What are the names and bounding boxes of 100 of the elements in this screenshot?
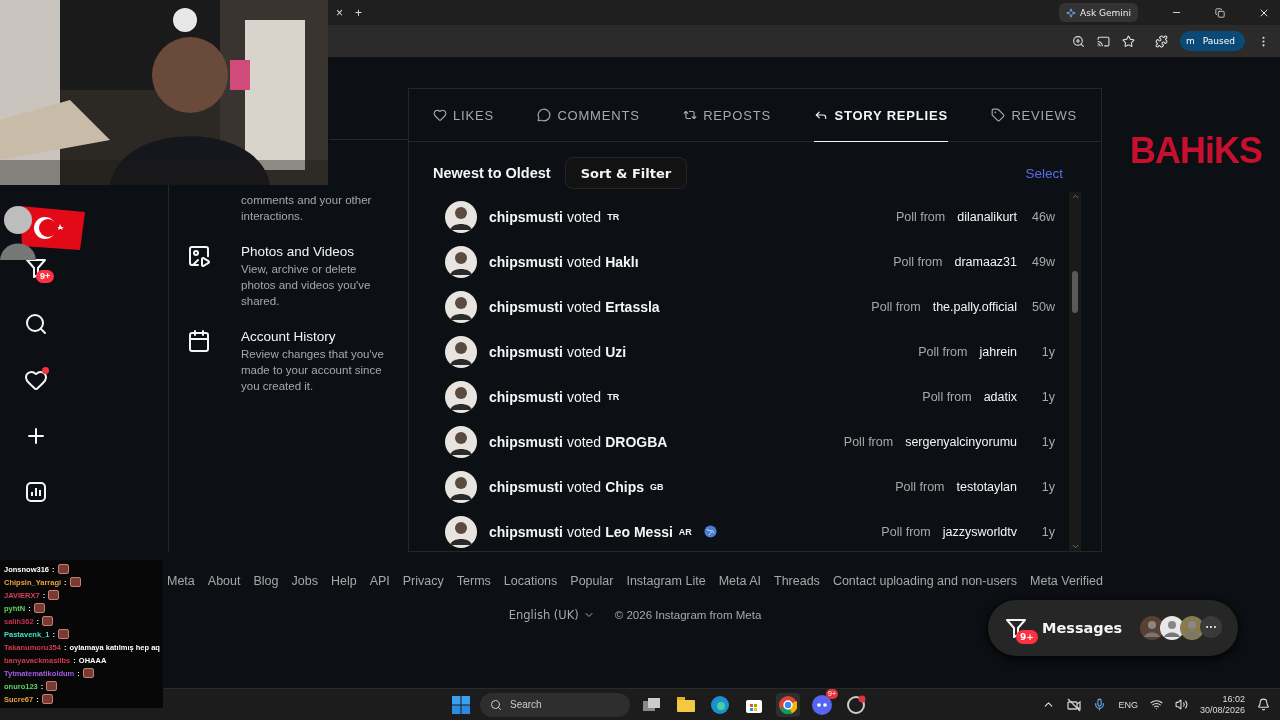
notification-badge: 9+ <box>36 270 55 283</box>
poll-author[interactable]: dilanalikurt <box>957 209 1017 224</box>
ask-gemini-button[interactable]: Ask Gemini <box>1059 3 1138 22</box>
logo: BAHiKS <box>1130 130 1262 172</box>
timestamp: 1y <box>1040 344 1055 359</box>
chart-icon[interactable] <box>24 480 48 504</box>
heart-icon[interactable] <box>24 368 48 392</box>
avatar <box>445 380 477 413</box>
poll-label: Poll from <box>881 524 931 539</box>
tab-close-button[interactable]: × <box>336 5 343 20</box>
tab[interactable]: STORY REPLIES <box>814 89 948 142</box>
search-icon[interactable] <box>24 312 48 336</box>
poll-author[interactable]: jazzysworldtv <box>942 524 1017 539</box>
activity-text[interactable]: chipsmusti voted DROGBA <box>489 433 668 450</box>
language-selector[interactable]: English (UK) <box>508 608 595 622</box>
activity-text[interactable]: chipsmusti voted Ertassla <box>489 298 660 315</box>
settings-item-description: Review changes that you've made to your account since you created it. <box>241 347 385 394</box>
footer-link[interactable]: Popular <box>570 574 614 588</box>
footer-link[interactable]: Contact uploading and non-users <box>832 574 1018 588</box>
timestamp: 1y <box>1040 479 1055 494</box>
avatar <box>445 335 477 368</box>
footer-link[interactable]: Terms <box>456 574 491 588</box>
poll-author[interactable]: sergenyalcinyorumu <box>905 434 1017 449</box>
tag-icon <box>991 108 1006 122</box>
tab[interactable]: COMMENTS <box>537 89 640 142</box>
timestamp: 46w <box>1031 209 1055 224</box>
poll-label: Poll from <box>918 344 968 359</box>
repost-icon <box>683 108 698 122</box>
footer-link[interactable]: Instagram Lite <box>626 574 706 588</box>
star-icon[interactable] <box>1122 34 1136 48</box>
footer-link[interactable]: Locations <box>503 574 558 588</box>
avatar <box>1180 616 1204 640</box>
photos-videos-icon <box>187 244 211 268</box>
footer-link[interactable]: Help <box>330 574 357 588</box>
input-language[interactable]: ENG <box>1118 699 1138 710</box>
scroll-down-icon[interactable] <box>1070 542 1080 551</box>
scroll-up-icon[interactable] <box>1070 192 1080 201</box>
activity-text[interactable]: chipsmusti voted Chips GB <box>489 478 664 495</box>
footer-link[interactable]: Meta AI <box>718 574 761 588</box>
reply-icon <box>814 108 829 122</box>
profile-button[interactable]: m Paused <box>1180 31 1245 51</box>
footer-link[interactable]: Meta Verified <box>1030 574 1103 588</box>
microphone-icon[interactable] <box>1093 698 1107 711</box>
timestamp: 50w <box>1031 299 1055 314</box>
tab[interactable]: REVIEWS <box>991 89 1077 142</box>
notification-badge: 9+ <box>1016 630 1038 644</box>
settings-item-description: View, archive or delete photos and videos you've shared. <box>241 262 372 309</box>
notification-dot <box>42 367 49 374</box>
search-icon <box>490 698 502 711</box>
select-link[interactable]: Select <box>1025 165 1063 181</box>
footer-link[interactable]: About <box>207 574 241 588</box>
footer-link[interactable]: Threads <box>774 574 820 588</box>
timestamp: 1y <box>1040 389 1055 404</box>
poll-author[interactable]: dramaaz31 <box>954 254 1017 269</box>
more-icon: ··· <box>1200 616 1222 638</box>
activity-text[interactable]: chipsmusti voted TR <box>489 388 620 405</box>
footer-link[interactable]: Privacy <box>402 574 444 588</box>
settings-item-description: comments and your other interactions. <box>241 193 373 224</box>
new-tab-button[interactable]: + <box>355 5 363 20</box>
scrollbar[interactable] <box>1069 192 1081 551</box>
poll-author[interactable]: the.pally.official <box>932 299 1017 314</box>
zoom-icon[interactable] <box>1072 34 1086 48</box>
activity-text[interactable]: chipsmusti voted Uzi <box>489 343 627 360</box>
poll-author[interactable]: testotaylan <box>956 479 1017 494</box>
footer-link[interactable]: Blog <box>253 574 279 588</box>
taskbar-search-field[interactable]: Search <box>480 692 630 717</box>
poll-label: Poll from <box>871 299 921 314</box>
copyright-text: © 2026 Instagram from Meta <box>614 609 762 621</box>
settings-item-title[interactable]: Account History <box>241 329 392 344</box>
activity-text[interactable]: chipsmusti voted TR <box>489 208 620 225</box>
activity-text[interactable]: chipsmusti voted Leo Messi AR <box>489 523 692 540</box>
chrome-icon[interactable] <box>776 692 800 717</box>
timestamp: 1y <box>1040 524 1055 539</box>
cast-icon[interactable] <box>1097 34 1111 48</box>
speech-bubble-icon <box>537 108 552 122</box>
timestamp: 1y <box>1040 434 1055 449</box>
settings-item-title[interactable]: Photos and Videos <box>241 244 392 259</box>
footer-link[interactable]: API <box>369 574 390 588</box>
footer-link[interactable]: Meta <box>167 574 195 588</box>
poll-author[interactable]: adatix <box>983 389 1017 404</box>
poll-label: Poll from <box>895 209 946 224</box>
camera-off-icon[interactable] <box>1067 697 1082 712</box>
bell-icon[interactable] <box>1257 698 1270 711</box>
poll-label: Poll from <box>922 389 972 404</box>
avatar <box>445 245 477 278</box>
volume-icon[interactable] <box>1174 698 1188 711</box>
tab[interactable]: REPOSTS <box>683 89 771 142</box>
footer-link[interactable]: Jobs <box>291 574 318 588</box>
sort-filter-button[interactable]: Sort & Filter <box>564 157 688 189</box>
timestamp: 49w <box>1031 254 1055 269</box>
clock[interactable]: 16:02 30/08/2026 <box>1199 694 1245 715</box>
activity-text[interactable]: chipsmusti voted Haklı <box>489 253 639 270</box>
sparkle-icon <box>1066 7 1077 18</box>
messages-button[interactable]: 9+ Messages ··· <box>988 600 1238 656</box>
puzzle-icon[interactable] <box>1155 34 1169 48</box>
tab[interactable]: LIKES <box>433 89 494 142</box>
wifi-icon[interactable] <box>1149 698 1163 711</box>
windows-start-icon[interactable] <box>452 695 470 714</box>
avatar <box>445 515 477 548</box>
poll-author[interactable]: jahrein <box>979 344 1017 359</box>
